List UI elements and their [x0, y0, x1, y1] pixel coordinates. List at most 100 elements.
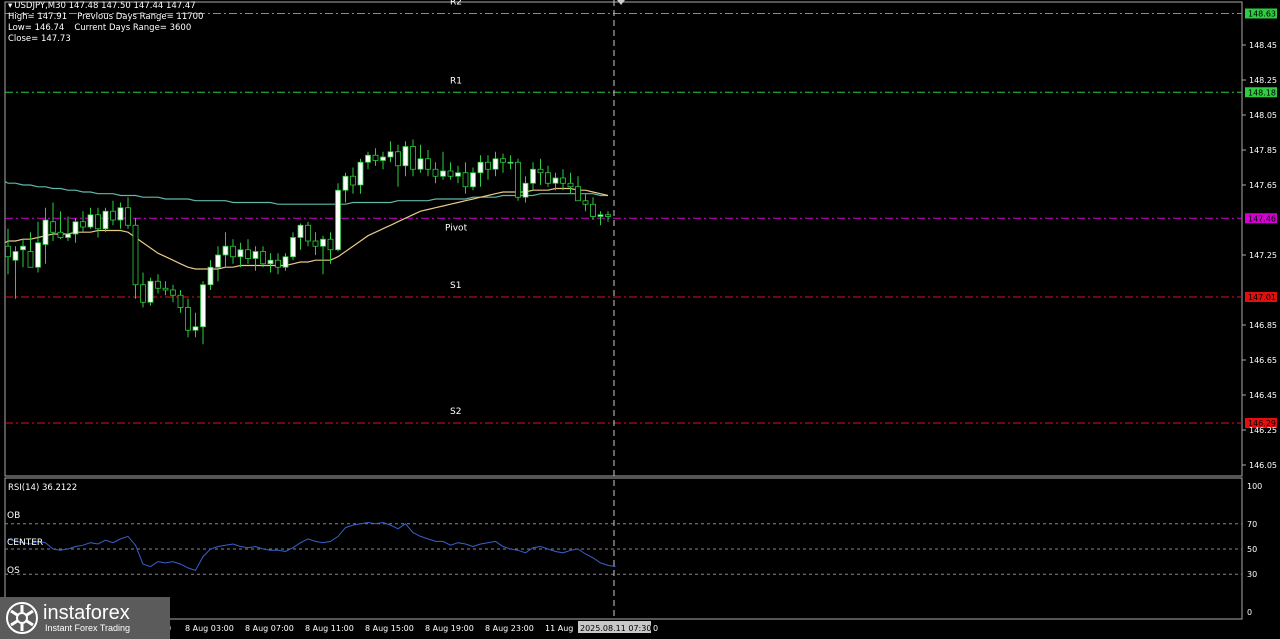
candle-body	[387, 151, 394, 158]
candle-body	[87, 214, 94, 228]
time-label: 11 Aug	[545, 624, 573, 633]
candle-body	[507, 161, 514, 164]
candle-body	[147, 280, 154, 303]
price-tick-label: 146.25	[1249, 426, 1277, 435]
candle-body	[350, 175, 356, 186]
main-panel-frame	[4, 1, 1243, 477]
candle-body	[245, 249, 251, 259]
symbol-info: ▾ USDJPY,M30 147.48 147.50 147.44 147.47 …	[8, 1, 213, 45]
price-tick-label: 146.65	[1249, 356, 1277, 365]
candle-body	[50, 221, 56, 233]
candle-body	[57, 231, 64, 238]
prev-range: Previous Days Range= 11700	[77, 12, 204, 22]
candle-body	[567, 182, 574, 188]
rsi-tick-label: 30	[1247, 570, 1257, 579]
candle-body	[537, 168, 544, 174]
candle-body	[605, 214, 611, 217]
candle-body	[192, 326, 199, 331]
candle-body	[117, 207, 124, 221]
time-label: 8 Aug 11:00	[305, 624, 354, 633]
candle-body	[485, 161, 491, 170]
candle-body	[282, 256, 289, 268]
candle-body	[162, 287, 169, 291]
price-tick-label: 146.45	[1249, 391, 1277, 400]
candle-body	[432, 168, 439, 177]
candle-body	[462, 172, 469, 188]
rsi-ob-label: OB	[7, 511, 21, 521]
candle-body	[357, 161, 364, 186]
candle-body	[290, 237, 296, 258]
price-tick-label: 147.85	[1249, 146, 1277, 155]
candle-body	[237, 249, 244, 258]
level-label-pivot: Pivot	[445, 223, 468, 233]
rsi-tick-label: 50	[1247, 545, 1257, 554]
candle-body	[312, 240, 319, 247]
candle-body	[275, 259, 281, 268]
candle-body	[230, 245, 236, 258]
candle-body	[132, 224, 139, 286]
candle-body	[417, 158, 424, 170]
candle-body	[80, 221, 86, 228]
crosshair-time-suffix: 0	[653, 624, 658, 633]
rsi-line	[7, 521, 616, 572]
candle-body	[425, 158, 431, 170]
candle-body	[552, 177, 559, 184]
pivot-levels: R2 148.63 R1 148.18 Pivot 147.46 S1 147.01 S2 146…	[5, 0, 1277, 428]
dropdown-triangle-icon[interactable]: ▾	[8, 1, 12, 11]
candle-body	[125, 207, 131, 226]
price-tick-label: 148.45	[1249, 41, 1277, 50]
candle-body	[320, 238, 326, 247]
candle-body	[402, 146, 409, 167]
price-tick-label: 148.05	[1249, 111, 1277, 120]
price-tick-label: 146.85	[1249, 321, 1277, 330]
candle-body	[110, 210, 116, 221]
candle-body	[20, 245, 26, 251]
level-label-r2: R2	[450, 0, 462, 8]
instaforex-logo: instaforex Instant Forex Trading	[0, 597, 170, 639]
candle-body	[582, 200, 589, 205]
candle-body	[327, 238, 334, 251]
candles	[5, 139, 611, 345]
candle-body	[597, 214, 604, 217]
logo-brand: instaforex	[43, 602, 130, 624]
candle-body	[215, 254, 221, 268]
level-tag-r1: 148.18	[1248, 88, 1276, 97]
rsi-center-label: CENTER	[7, 538, 44, 548]
candle-body	[410, 146, 416, 170]
price-tick-label: 147.25	[1249, 251, 1277, 260]
price-tick-label: 148.25	[1249, 76, 1277, 85]
candle-body	[170, 289, 176, 296]
rsi-title: RSI(14) 36.2122	[8, 483, 78, 493]
candle-body	[470, 172, 476, 188]
time-label: 8 Aug 07:00	[245, 624, 294, 633]
candle-body	[335, 189, 341, 251]
candle-body	[200, 284, 206, 328]
candle-body	[155, 280, 161, 289]
time-label: 8 Aug 15:00	[365, 624, 414, 633]
level-label-s2: S2	[450, 407, 461, 417]
candle-body	[140, 284, 146, 303]
rsi-tick-label: 70	[1247, 520, 1257, 529]
candle-body	[492, 158, 499, 170]
candle-body	[522, 182, 529, 198]
candle-body	[5, 245, 11, 258]
level-label-s1: S1	[450, 281, 461, 291]
symbol-line: USDJPY,M30 147.48 147.50 147.44 147.47	[14, 1, 196, 11]
candle-body	[500, 158, 506, 163]
candle-body	[35, 242, 41, 268]
logo-tagline: Instant Forex Trading	[45, 623, 131, 633]
level-tag-pivot: 147.46	[1248, 214, 1276, 223]
rsi-indicator: 100 70 50 30 0	[5, 482, 1262, 617]
time-axis: 0 8 Aug 03:00 8 Aug 07:00 8 Aug 11:00 8 Aug …	[166, 621, 658, 633]
price-axis: 148.45 148.25 148.05 147.85 147.65 147.25 146.…	[1242, 41, 1277, 470]
rsi-tick-label: 100	[1247, 482, 1262, 491]
candle-body	[365, 154, 371, 163]
candle-body	[545, 172, 551, 184]
candle-body	[27, 251, 34, 268]
level-tag-r2: 148.63	[1248, 10, 1276, 19]
chart-canvas[interactable]: R2 148.63 R1 148.18 Pivot 147.46 S1 147.01 S2 146…	[0, 0, 1280, 639]
rsi-os-label: OS	[7, 566, 20, 576]
candle-body	[102, 210, 109, 230]
candle-body	[380, 156, 386, 161]
candle-body	[530, 168, 536, 184]
